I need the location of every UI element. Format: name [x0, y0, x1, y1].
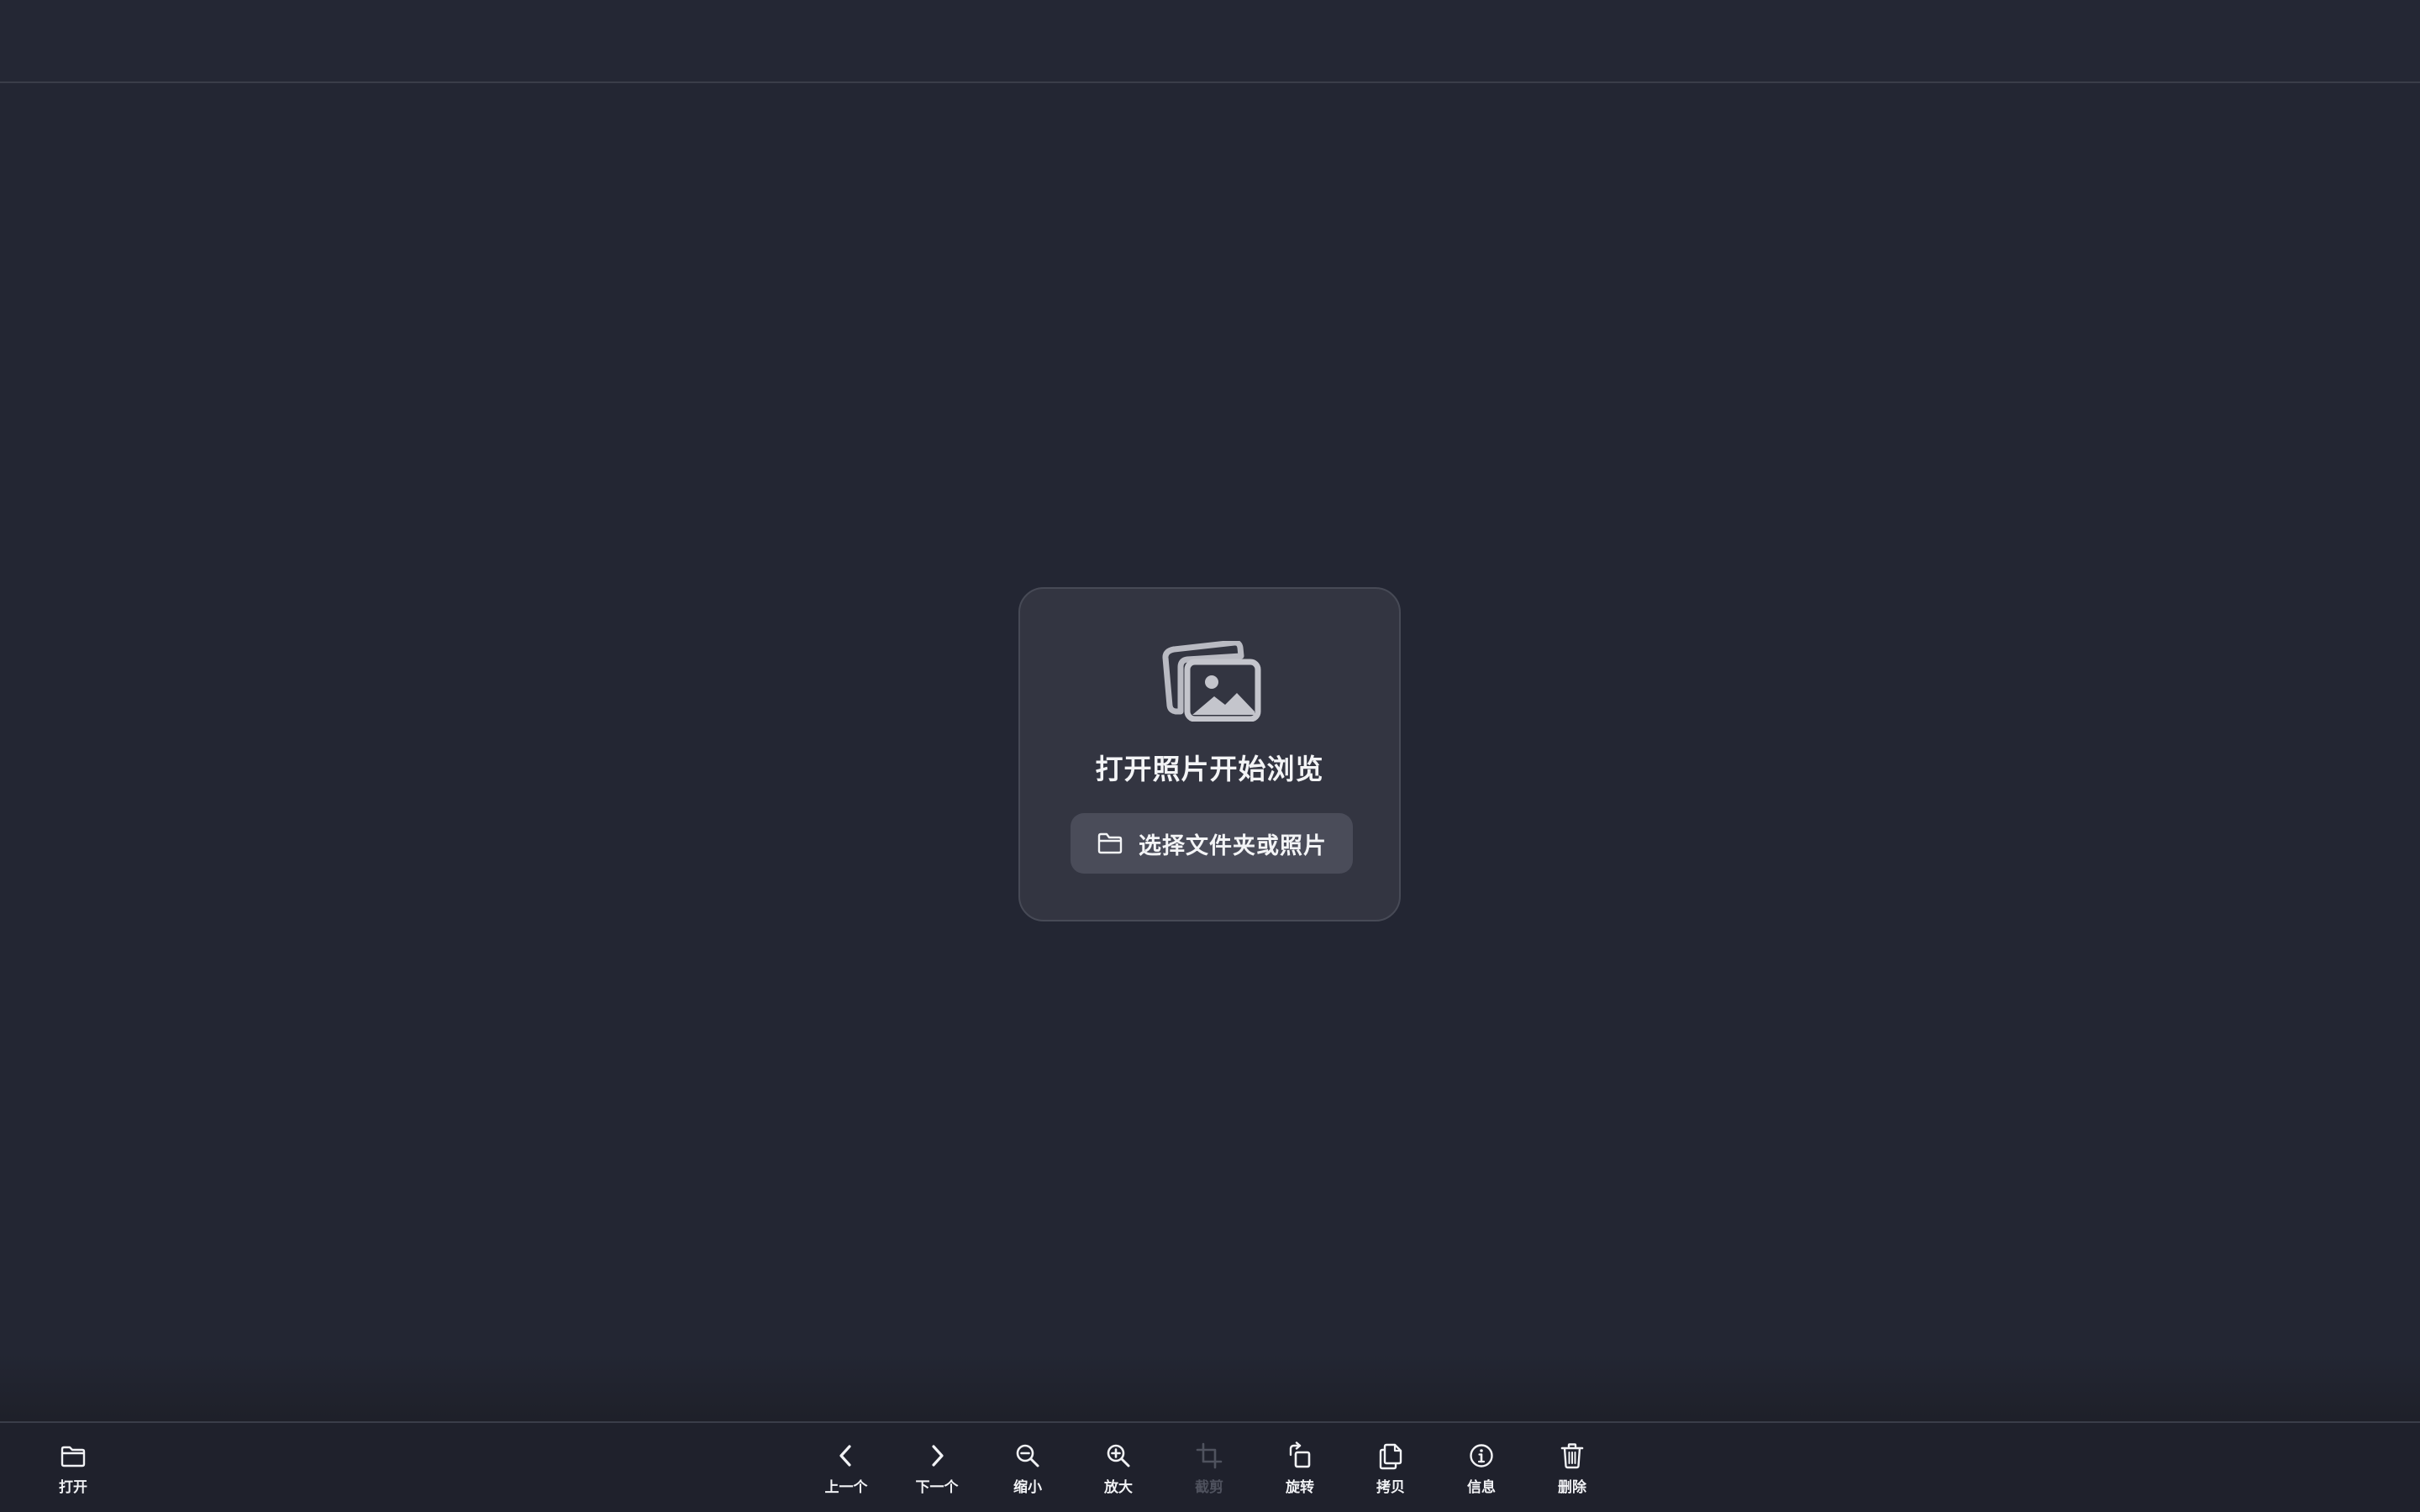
zoom-in-icon — [1107, 1444, 1130, 1467]
crop-button[interactable]: 截剪 — [1171, 1441, 1247, 1500]
zoom-in-button[interactable]: 放大 — [1081, 1441, 1156, 1500]
folder-icon — [60, 1446, 86, 1467]
crop-label: 截剪 — [1195, 1479, 1223, 1496]
select-folder-or-photo-button[interactable]: 选择文件夹或照片 — [1071, 813, 1353, 874]
previous-button[interactable]: 上一个 — [808, 1441, 884, 1500]
rotate-label: 旋转 — [1286, 1479, 1314, 1496]
zoom-out-label: 缩小 — [1013, 1479, 1042, 1496]
info-icon — [1470, 1444, 1493, 1467]
zoom-out-icon — [1016, 1444, 1039, 1467]
info-button[interactable]: 信息 — [1444, 1441, 1519, 1500]
bottom-fade — [0, 1354, 2420, 1421]
delete-button[interactable]: 删除 — [1534, 1441, 1610, 1500]
zoom-in-label: 放大 — [1104, 1479, 1133, 1496]
rotate-icon — [1289, 1441, 1311, 1468]
open-button[interactable]: 打开 — [35, 1441, 111, 1500]
next-label: 下一个 — [915, 1479, 959, 1496]
copy-icon — [1379, 1443, 1402, 1470]
open-label: 打开 — [59, 1479, 87, 1496]
title-bar[interactable] — [0, 0, 2420, 83]
info-label: 信息 — [1467, 1479, 1496, 1496]
bottom-toolbar: 打开 上一个 下一个 缩小 放大 截剪 旋转 拷贝 信息 删除 — [0, 1421, 2420, 1512]
empty-state-card: 打开照片开始浏览 选择文件夹或照片 — [1018, 587, 1401, 921]
chevron-right-icon — [932, 1445, 944, 1467]
photo-viewer-window: 打开照片开始浏览 选择文件夹或照片 打开 上一个 下一个 缩小 放大 截剪 旋转… — [0, 0, 2420, 1512]
previous-label: 上一个 — [824, 1479, 868, 1496]
zoom-out-button[interactable]: 缩小 — [990, 1441, 1065, 1500]
photos-icon — [1162, 641, 1261, 722]
copy-label: 拷贝 — [1376, 1479, 1405, 1496]
image-viewer-area: 打开照片开始浏览 选择文件夹或照片 — [0, 83, 2420, 1421]
chevron-left-icon — [839, 1445, 851, 1467]
empty-state-title: 打开照片开始浏览 — [1095, 753, 1324, 785]
trash-icon — [1560, 1443, 1584, 1469]
folder-icon — [1097, 832, 1123, 854]
select-button-label: 选择文件夹或照片 — [1139, 832, 1327, 859]
next-button[interactable]: 下一个 — [899, 1441, 975, 1500]
crop-icon — [1196, 1442, 1223, 1469]
rotate-button[interactable]: 旋转 — [1262, 1441, 1338, 1500]
delete-label: 删除 — [1558, 1479, 1586, 1496]
copy-button[interactable]: 拷贝 — [1353, 1441, 1428, 1500]
